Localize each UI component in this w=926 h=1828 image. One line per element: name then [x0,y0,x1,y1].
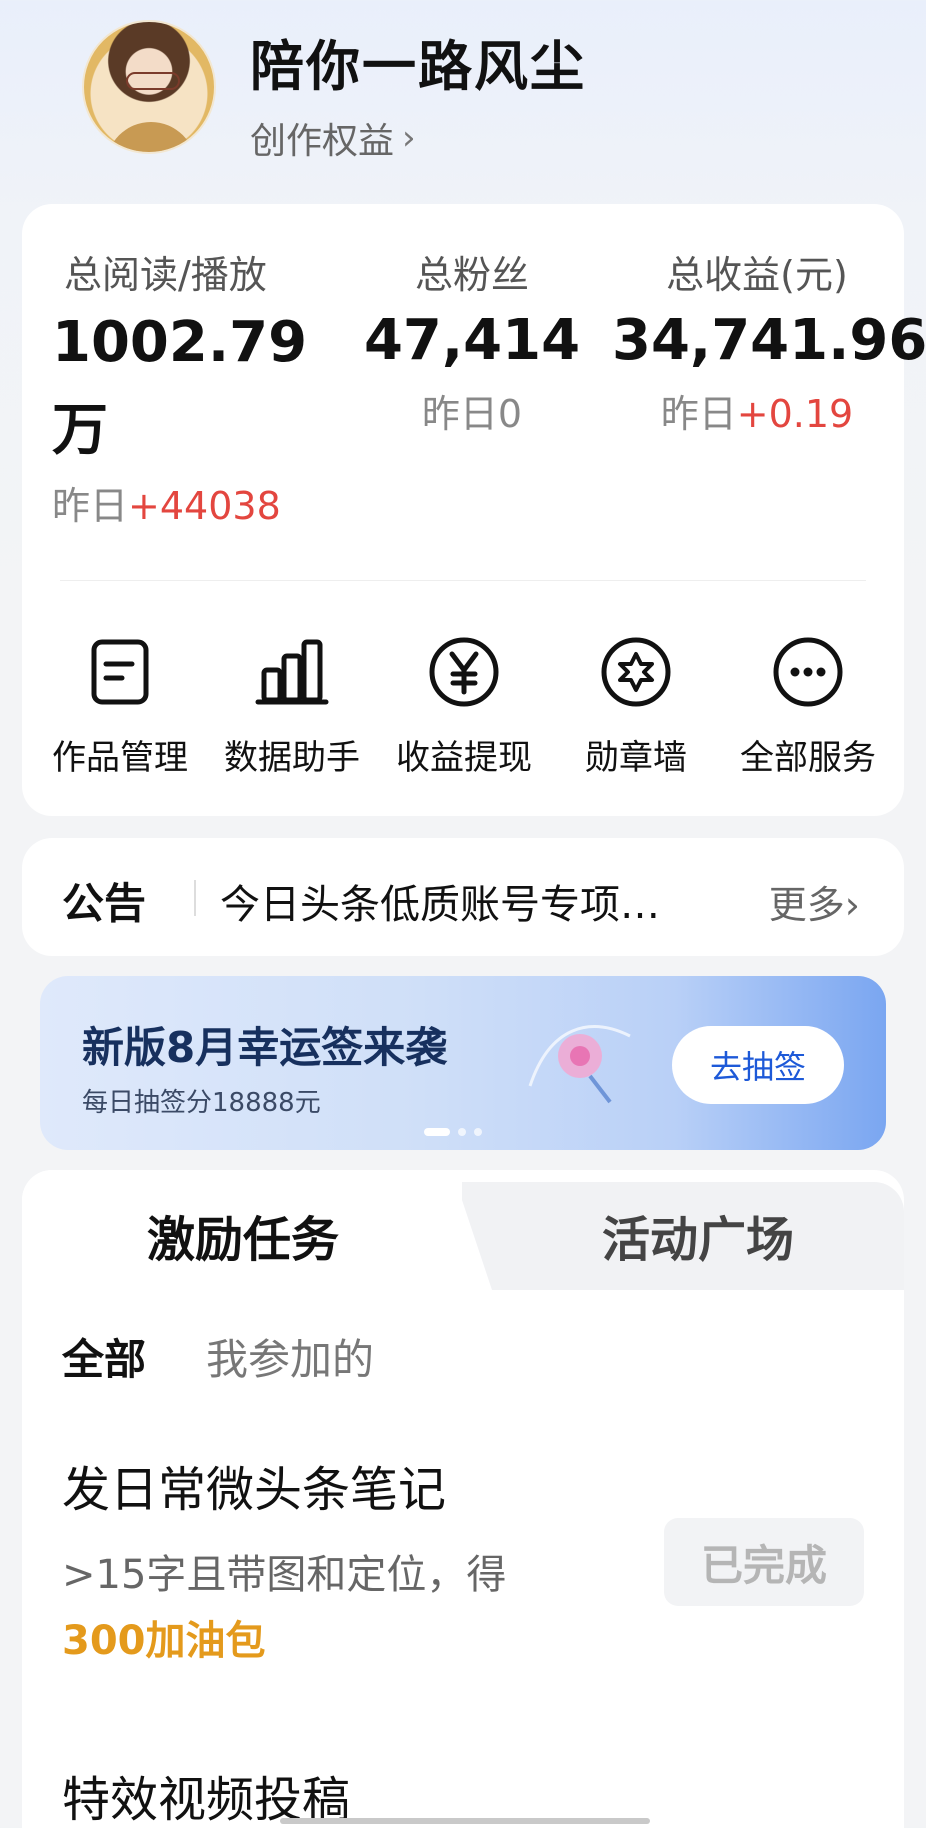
badge-icon [596,632,676,712]
stat-value: 1002.79 万 [52,299,312,475]
tool-label: 作品管理 [52,738,188,778]
promo-banner[interactable]: 新版8月幸运签来袭 每日抽签分18888元 去抽签 [40,976,886,1150]
tool-label: 数据助手 [224,738,360,778]
avatar-glasses [126,72,180,90]
task-item[interactable]: 发日常微头条笔记 >15字且带图和定位，得 300加油包 [62,1450,562,1674]
stat-label: 总收益(元) [666,253,848,297]
notice-more-link[interactable]: 更多› [769,874,860,929]
stat-number: 1002.79 [52,310,308,375]
stats-card: 总阅读/播放 1002.79 万 昨日+44038 总粉丝 47,414 昨日0… [22,204,926,816]
task-desc-text: >15字且带图和定位，得 [62,1552,507,1598]
tool-badge-wall[interactable]: 勋章墙 [550,604,722,784]
tab-incentive-tasks[interactable]: 激励任务 [147,1200,339,1270]
stat-yesterday: 昨日+0.19 [612,383,902,438]
carousel-dot [458,1128,466,1136]
stat-yesterday-prefix: 昨日 [660,392,737,436]
stat-yesterday-value: +0.19 [736,392,854,436]
banner-subtitle: 每日抽签分18888元 [82,1088,321,1118]
stat-total-reads[interactable]: 总阅读/播放 1002.79 万 昨日+44038 [52,244,312,530]
creator-rights-link[interactable]: 创作权益 › [250,112,416,164]
stat-yesterday-value: +44038 [128,484,281,528]
document-icon [80,632,160,712]
carousel-dot-active [424,1128,450,1136]
task-completed-button[interactable]: 已完成 [664,1518,864,1606]
task-title: 发日常微头条笔记 [62,1462,447,1518]
chevron-right-icon: › [844,883,860,927]
notice-text[interactable]: 今日头条低质账号专项… [220,872,740,930]
tools-row: 作品管理 数据助手 收益提现 勋章墙 全部服务 [22,604,904,784]
tool-label: 全部服务 [740,738,876,778]
subtab-joined[interactable]: 我参加的 [206,1326,374,1387]
divider [60,580,866,581]
subtab-all[interactable]: 全部 [62,1326,146,1387]
stat-yesterday: 昨日+44038 [52,475,312,530]
stat-unit: 万 [52,398,108,463]
stat-value: 34,741.96 [612,308,926,373]
tool-works-management[interactable]: 作品管理 [34,604,206,784]
draw-lot-button[interactable]: 去抽签 [672,1026,844,1104]
stat-total-fans[interactable]: 总粉丝 47,414 昨日0 [352,244,592,438]
tab-activity-square[interactable]: 活动广场 [602,1200,794,1270]
avatar[interactable] [82,20,216,154]
stat-value: 47,414 [363,308,581,373]
task-reward: 300加油包 [62,1618,266,1664]
carousel-indicator [424,1128,482,1136]
stat-yesterday-value: 0 [497,392,523,436]
stat-yesterday: 昨日0 [352,383,592,438]
profile-header: 陪你一路风尘 创作权益 › [0,0,926,200]
notice-title: 公告 [62,879,147,928]
task-description: >15字且带图和定位，得 300加油包 [62,1542,562,1674]
yen-icon [424,632,504,712]
stat-label: 总粉丝 [414,253,529,297]
stat-yesterday-prefix: 昨日 [52,484,129,528]
lucky-charm-decoration [528,1025,631,1104]
banner-title: 新版8月幸运签来袭 [82,1023,448,1072]
stat-label: 总阅读/播放 [64,253,267,297]
tool-label: 收益提现 [396,738,532,778]
tasks-card: 激励任务 活动广场 全部 我参加的 发日常微头条笔记 >15字且带图和定位，得 … [22,1170,904,1828]
carousel-dot [474,1128,482,1136]
chevron-right-icon: › [402,118,416,158]
tool-withdraw-income[interactable]: 收益提现 [378,604,550,784]
divider [194,880,196,916]
notice-bar[interactable]: 公告 今日头条低质账号专项… 更多› [22,838,904,956]
more-icon [768,632,848,712]
stat-total-income[interactable]: 总收益(元) 34,741.96 昨日+0.19 [612,244,926,438]
avatar-body [106,122,196,152]
bar-chart-icon [252,632,332,712]
tool-data-assistant[interactable]: 数据助手 [206,604,378,784]
username: 陪你一路风尘 [250,35,586,98]
tool-all-services[interactable]: 全部服务 [722,604,894,784]
home-indicator[interactable] [280,1818,650,1824]
notice-more-label: 更多 [768,883,845,927]
tool-label: 勋章墙 [585,738,687,778]
stat-yesterday-prefix: 昨日 [421,392,498,436]
creator-rights-label: 创作权益 [250,121,395,162]
